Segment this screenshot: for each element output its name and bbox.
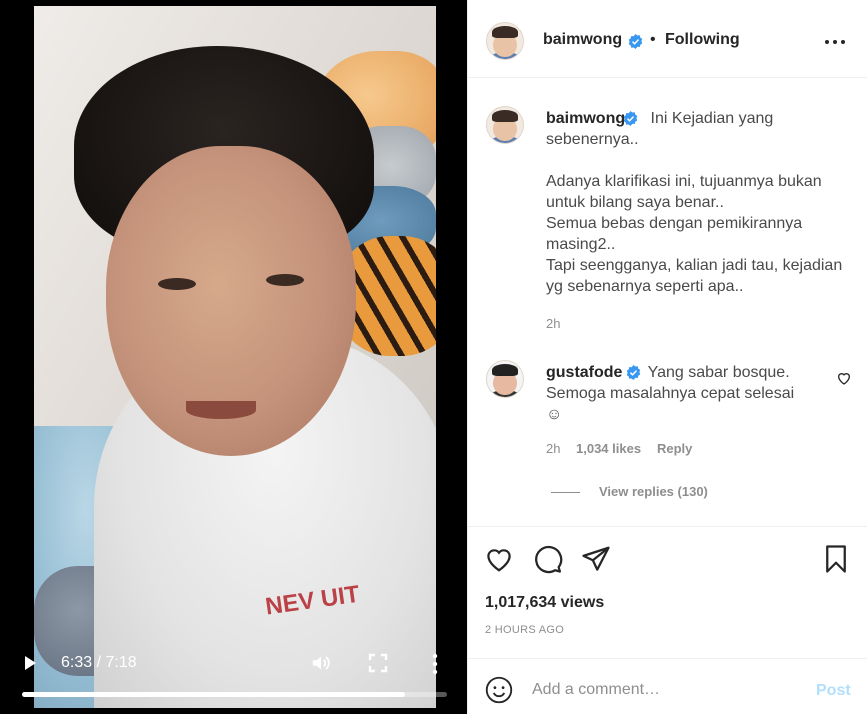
caption-avatar[interactable] xyxy=(486,106,524,144)
verified-badge-icon xyxy=(626,365,641,380)
verified-badge-icon xyxy=(628,34,643,49)
post-time: 2 HOURS AGO xyxy=(485,624,565,636)
view-replies-button[interactable]: View replies (130) xyxy=(599,484,708,499)
person-mouth xyxy=(186,401,256,419)
view-count[interactable]: 1,017,634 views xyxy=(485,594,604,612)
comment-username[interactable]: gustafode xyxy=(546,364,622,381)
comment-input[interactable] xyxy=(532,675,792,705)
commenter-avatar[interactable] xyxy=(486,360,524,398)
replies-divider xyxy=(551,492,580,493)
play-icon[interactable] xyxy=(25,656,36,670)
avatar[interactable] xyxy=(486,22,524,60)
volume-icon[interactable] xyxy=(310,652,332,674)
caption-username[interactable]: baimwong xyxy=(546,110,625,127)
reply-button[interactable]: Reply xyxy=(657,441,692,456)
like-comment-heart-icon[interactable] xyxy=(836,370,852,386)
caption-body: Ini Kejadian yang sebenernya.. Adanya kl… xyxy=(546,110,843,295)
following-button[interactable]: Following xyxy=(665,31,740,49)
separator: • xyxy=(650,31,656,48)
share-icon[interactable] xyxy=(581,544,611,574)
video-progress-fill xyxy=(22,692,405,697)
add-comment-bar: Post xyxy=(468,658,867,714)
video-time: 6:33 / 7:18 xyxy=(61,654,137,671)
comment: gustafode Yang sabar bosque. Semoga masa… xyxy=(546,362,836,425)
comment-time: 2h xyxy=(546,441,561,456)
caption: baimwong Ini Kejadian yang sebenernya.. … xyxy=(546,108,856,297)
comment-likes[interactable]: 1,034 likes xyxy=(576,441,641,456)
heart-icon[interactable] xyxy=(484,544,514,574)
header-username[interactable]: baimwong xyxy=(543,31,622,49)
more-vertical-icon[interactable] xyxy=(430,653,440,675)
person-eye xyxy=(266,274,304,286)
video-frame: NEV UIT xyxy=(34,6,436,708)
person-eye xyxy=(158,278,196,290)
comment-icon[interactable] xyxy=(533,544,563,574)
bookmark-icon[interactable] xyxy=(821,544,851,574)
fullscreen-icon[interactable] xyxy=(368,653,388,673)
video-player[interactable]: NEV UIT 6:33 / 7:18 xyxy=(0,0,467,714)
emoji-icon[interactable] xyxy=(485,676,513,704)
post-header: baimwong • Following xyxy=(468,0,867,78)
caption-time: 2h xyxy=(546,316,561,331)
video-controls: 6:33 / 7:18 xyxy=(0,645,467,714)
post-button[interactable]: Post xyxy=(816,682,851,700)
more-options-icon[interactable] xyxy=(825,40,845,46)
verified-badge-icon xyxy=(623,111,638,126)
post-sidebar: baimwong • Following baimwong Ini Kejadi… xyxy=(467,0,867,714)
action-bar xyxy=(468,526,867,586)
video-progress-bar[interactable] xyxy=(22,692,447,697)
